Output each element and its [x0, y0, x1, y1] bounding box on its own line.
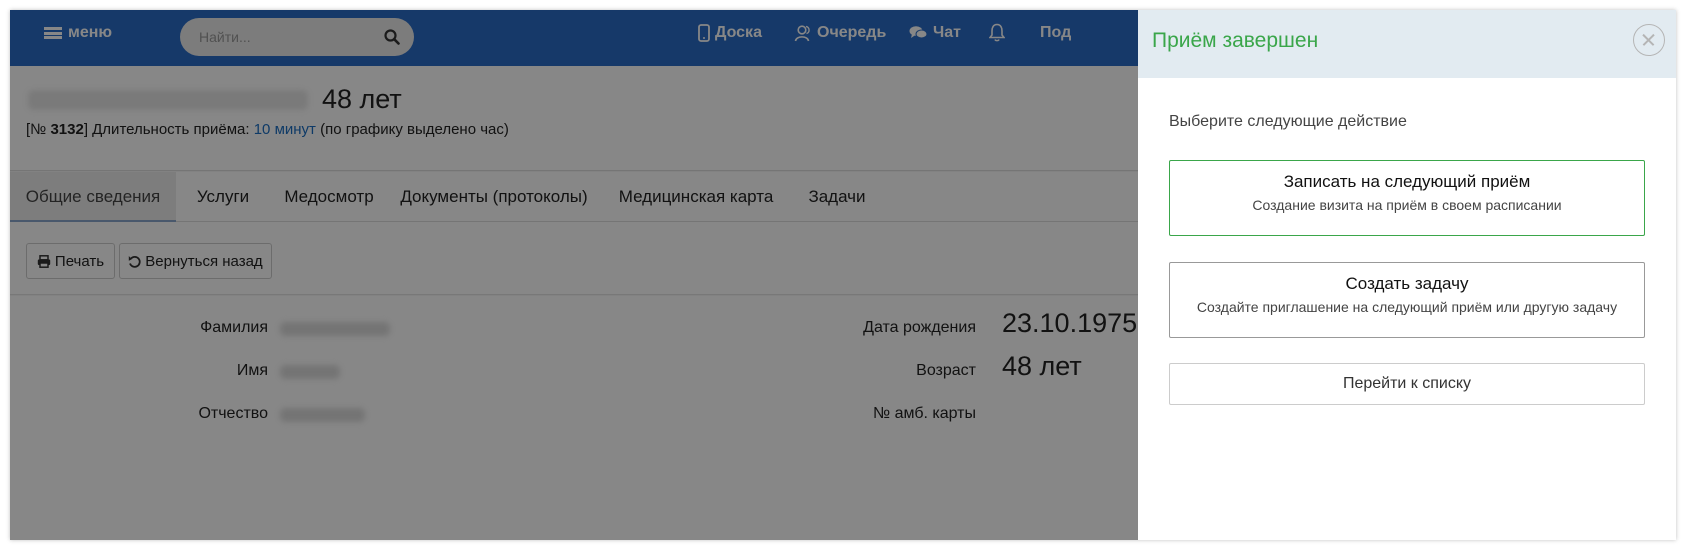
visit-completed-panel: Приём завершен Выберите следующие действ…: [1138, 10, 1676, 540]
schedule-next-visit-title: Записать на следующий приём: [1283, 172, 1531, 191]
create-task-title: Создать задачу: [1345, 274, 1469, 293]
panel-header: Приём завершен: [1138, 10, 1676, 78]
panel-title: Приём завершен: [1152, 29, 1319, 52]
create-task-subtitle: Создайте приглашение на следующий приём …: [1196, 299, 1618, 315]
close-icon[interactable]: [1633, 24, 1665, 56]
go-to-list-button[interactable]: Перейти к списку: [1169, 363, 1645, 405]
schedule-next-visit-button[interactable]: Записать на следующий приём Создание виз…: [1169, 160, 1645, 236]
schedule-next-visit-subtitle: Создание визита на приём в своем расписа…: [1252, 197, 1562, 213]
go-to-list-label: Перейти к списку: [1342, 375, 1472, 392]
create-task-button[interactable]: Создать задачу Создайте приглашение на с…: [1169, 262, 1645, 338]
modal-backdrop[interactable]: [10, 10, 1138, 540]
window-frame: меню Доска Очередь Чат: [10, 10, 1676, 540]
panel-prompt: Выберите следующие действие: [1169, 113, 1407, 130]
